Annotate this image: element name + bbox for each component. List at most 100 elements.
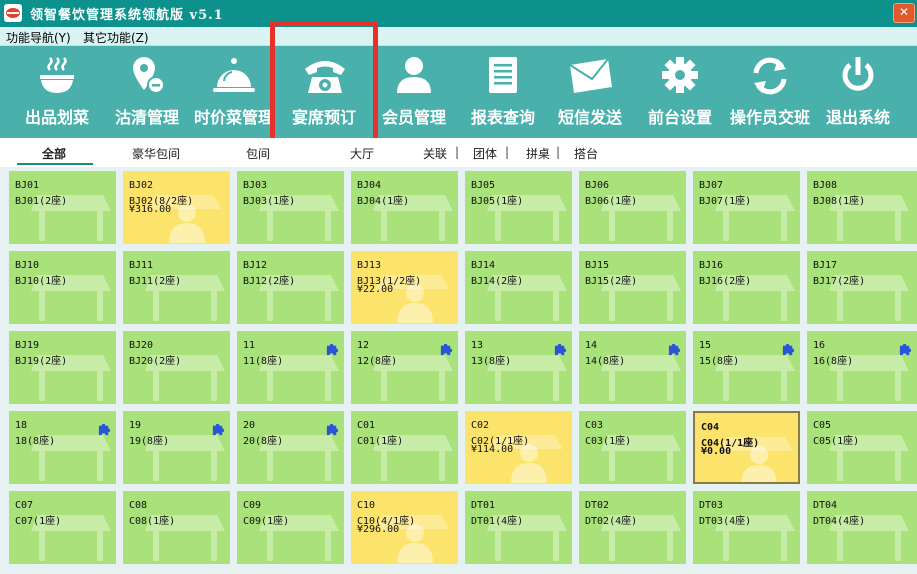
filter-tab-hall[interactable]: 大厅 [350,145,374,162]
puzzle-icon [326,343,339,356]
table-card-bj16[interactable]: BJ16 BJ16(2座) [693,251,800,324]
menu-function-nav[interactable]: 功能导航(Y) [6,29,71,46]
main-toolbar: 出品划菜 沽清管理 时价菜管理 宴席预订 会员管理 报表查询 短信发送 前台设置… [0,46,917,138]
table-seats: C05(1座) [813,436,860,447]
table-card-19[interactable]: 19 19(8座) [123,411,230,484]
table-code: BJ14 [471,260,496,271]
menu-other-functions[interactable]: 其它功能(Z) [83,29,149,46]
table-card-bj04[interactable]: BJ04 BJ04(1座) [351,171,458,244]
table-seats: BJ14(2座) [471,276,524,287]
table-seats: DT03(4座) [699,516,752,527]
toolbar-button-banquet-booking[interactable]: 宴席预订 [280,46,368,138]
table-card-18[interactable]: 18 18(8座) [9,411,116,484]
filter-tab-shared-table[interactable]: 拼桌 [526,145,550,162]
toolbar-button-shift-handover[interactable]: 操作员交班 [726,46,814,138]
table-seats: DT01(4座) [471,516,524,527]
table-code: DT04 [813,500,838,511]
table-card-c03[interactable]: C03 C03(1座) [579,411,686,484]
toolbar-button-exit[interactable]: 退出系统 [818,46,898,138]
puzzle-icon [782,343,795,356]
table-card-bj12[interactable]: BJ12 BJ12(2座) [237,251,344,324]
table-card-bj08[interactable]: BJ08 BJ08(1座) [807,171,917,244]
filter-tab-linked[interactable]: 关联 [423,145,447,162]
toolbar-button-sold-out[interactable]: 沽清管理 [104,46,190,138]
table-card-bj11[interactable]: BJ11 BJ11(2座) [123,251,230,324]
table-card-c09[interactable]: C09 C09(1座) [237,491,344,564]
table-code: 13 [471,340,484,351]
table-card-dt01[interactable]: DT01 DT01(4座) [465,491,572,564]
toolbar-button-member[interactable]: 会员管理 [374,46,454,138]
table-card-c05[interactable]: C05 C05(1座) [807,411,917,484]
toolbar-button-dish-output[interactable]: 出品划菜 [14,46,100,138]
table-card-c02[interactable]: C02 C02(1/1座) ¥114.00 [465,411,572,484]
toolbar-label: 会员管理 [381,108,446,127]
table-amount: ¥296.00 [357,524,400,535]
table-card-bj03[interactable]: BJ03 BJ03(1座) [237,171,344,244]
table-amount: ¥114.00 [471,444,514,455]
filter-tab-all[interactable]: 全部 [42,145,66,162]
table-card-20[interactable]: 20 20(8座) [237,411,344,484]
telephone-icon [305,61,345,93]
table-card-dt04[interactable]: DT04 DT04(4座) [807,491,917,564]
toolbar-button-reports[interactable]: 报表查询 [460,46,546,138]
table-seats: C03(1座) [585,436,632,447]
table-card-bj07[interactable]: BJ07 BJ07(1座) [693,171,800,244]
puzzle-icon [440,343,453,356]
table-card-bj10[interactable]: BJ10 BJ10(1座) [9,251,116,324]
table-card-11[interactable]: 11 11(8座) [237,331,344,404]
table-code: DT02 [585,500,610,511]
table-code: C05 [813,420,832,431]
table-card-dt02[interactable]: DT02 DT02(4座) [579,491,686,564]
table-card-bj13[interactable]: BJ13 BJ13(1/2座) ¥22.00 [351,251,458,324]
table-card-13[interactable]: 13 13(8座) [465,331,572,404]
table-card-bj06[interactable]: BJ06 BJ06(1座) [579,171,686,244]
table-code: BJ02 [129,180,154,191]
table-card-bj05[interactable]: BJ05 BJ05(1座) [465,171,572,244]
table-card-bj01[interactable]: BJ01 BJ01(2座) [9,171,116,244]
close-button[interactable] [893,3,915,23]
toolbar-button-sms[interactable]: 短信发送 [548,46,632,138]
toolbar-button-market-price[interactable]: 时价菜管理 [194,46,274,138]
filter-tab-private-room[interactable]: 包间 [246,145,270,162]
table-code: 12 [357,340,370,351]
table-card-dt03[interactable]: DT03 DT03(4座) [693,491,800,564]
table-card-bj20[interactable]: BJ20 BJ20(2座) [123,331,230,404]
filter-tab-luxury-room[interactable]: 豪华包间 [132,145,180,162]
table-card-c08[interactable]: C08 C08(1座) [123,491,230,564]
menu-bar: 功能导航(Y) 其它功能(Z) [0,27,917,46]
table-code: 20 [243,420,256,431]
table-card-c07[interactable]: C07 C07(1座) [9,491,116,564]
gear-icon [662,57,698,93]
table-card-c10[interactable]: C10 C10(4/1座) ¥296.00 [351,491,458,564]
table-card-14[interactable]: 14 14(8座) [579,331,686,404]
table-grid: BJ01 BJ01(2座) BJ02 BJ02(8/2座) ¥316.00 BJ03 BJ0… [0,167,917,574]
table-code: BJ01 [15,180,40,191]
table-code: 11 [243,340,256,351]
table-seats: 16(8座) [813,356,854,367]
table-card-16[interactable]: 16 16(8座) [807,331,917,404]
toolbar-label: 出品划菜 [24,108,89,127]
table-card-bj15[interactable]: BJ15 BJ15(2座) [579,251,686,324]
table-card-bj17[interactable]: BJ17 BJ17(2座) [807,251,917,324]
table-code: BJ03 [243,180,268,191]
table-seats: 14(8座) [585,356,626,367]
table-code: BJ16 [699,260,724,271]
refresh-icon [753,57,787,95]
table-card-15[interactable]: 15 15(8座) [693,331,800,404]
filter-tab-joint-table[interactable]: 搭台 [574,145,598,162]
table-card-bj19[interactable]: BJ19 BJ19(2座) [9,331,116,404]
filter-tab-group[interactable]: 团体 [473,145,497,162]
table-card-bj14[interactable]: BJ14 BJ14(2座) [465,251,572,324]
table-card-12[interactable]: 12 12(8座) [351,331,458,404]
table-seats: 19(8座) [129,436,170,447]
table-seats: BJ12(2座) [243,276,296,287]
table-code: BJ13 [357,260,382,271]
table-code: BJ07 [699,180,724,191]
table-card-c04[interactable]: C04 C04(1/1座) ¥0.00 [693,411,800,484]
toolbar-button-front-settings[interactable]: 前台设置 [638,46,722,138]
table-card-c01[interactable]: C01 C01(1座) [351,411,458,484]
table-seats: 20(8座) [243,436,284,447]
table-card-bj02[interactable]: BJ02 BJ02(8/2座) ¥316.00 [123,171,230,244]
puzzle-icon [554,343,567,356]
report-icon [489,57,517,93]
